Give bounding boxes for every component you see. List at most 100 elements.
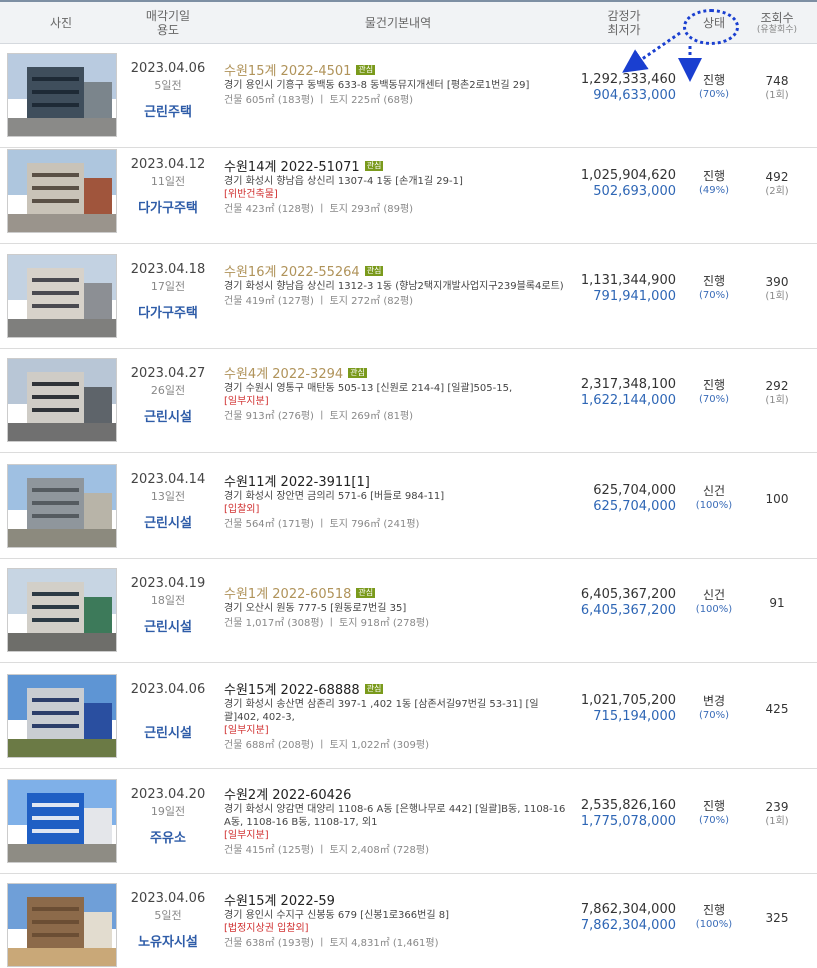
status-text: 변경 <box>702 694 726 708</box>
sale-date: 2023.04.19 <box>130 576 206 591</box>
header-appraisal-label[interactable]: 감정가 <box>607 9 640 23</box>
property-address: 경기 수원시 영통구 매탄동 505-13 [신원로 214-4] [일괄]50… <box>224 383 513 394</box>
status-cell: 신건 (100%) <box>681 483 747 513</box>
case-number[interactable]: 수원15계 2022-68888 <box>224 683 360 698</box>
minimum-price: 1,622,144,000 <box>580 393 676 408</box>
case-number-link[interactable]: 수원2계 2022-60426 <box>224 788 572 803</box>
interest-badge[interactable]: 관심 <box>364 684 384 694</box>
case-number-link[interactable]: 수원4계 2022-3294 관심 <box>224 367 572 382</box>
header-photo-label: 사진 <box>49 16 73 30</box>
warning-label: [일부지분] <box>224 396 269 407</box>
header-date-label[interactable]: 매각기일 <box>146 9 190 23</box>
fail-count: (1회) <box>765 291 789 302</box>
property-photo[interactable] <box>7 149 117 233</box>
case-number-link[interactable]: 수원1계 2022-60518 관심 <box>224 587 572 602</box>
price-cell: 1,292,333,460 904,633,000 <box>572 72 676 104</box>
area-summary: 건물 423㎡ (128평) ㅣ 토지 293㎡ (89평) <box>224 204 414 215</box>
property-photo[interactable] <box>7 779 117 863</box>
header-date-usage[interactable]: 매각기일 용도 <box>118 2 218 44</box>
property-photo[interactable] <box>7 464 117 548</box>
case-number[interactable]: 수원1계 2022-60518 <box>224 587 351 602</box>
price-cell: 1,021,705,200 715,194,000 <box>572 693 676 725</box>
appraisal-price: 6,405,367,200 <box>580 587 676 602</box>
usage-type: 다가구주택 <box>138 306 198 321</box>
property-photo[interactable] <box>7 358 117 442</box>
status-percent: (100%) <box>695 919 733 930</box>
interest-badge[interactable]: 관심 <box>356 588 376 598</box>
case-number[interactable]: 수원15계 2022-4501 <box>224 64 351 79</box>
table-row[interactable]: 2023.04.06 5일전 근린주택 수원15계 2022-4501 관심 경기… <box>0 44 817 148</box>
table-row[interactable]: 2023.04.06 5일전 노유자시설 수원15계 2022-59 경기 용인… <box>0 874 817 968</box>
header-views[interactable]: 조회수 (유찰회수) <box>747 2 807 44</box>
header-photo: 사진 <box>0 2 122 44</box>
case-number[interactable]: 수원2계 2022-60426 <box>224 788 351 803</box>
property-info: 수원2계 2022-60426 경기 화성시 양감면 대양리 1108-6 A동… <box>224 770 572 874</box>
appraisal-price: 2,317,348,100 <box>580 377 676 392</box>
views-cell: 100 <box>747 491 807 507</box>
minimum-price: 715,194,000 <box>593 709 676 724</box>
case-number-link[interactable]: 수원15계 2022-4501 관심 <box>224 64 572 79</box>
table-row[interactable]: 2023.04.18 17일전 다가구주택 수원16계 2022-55264 관심… <box>0 245 817 349</box>
annotation-oval <box>683 9 739 45</box>
property-photo[interactable] <box>7 568 117 652</box>
table-row[interactable]: 2023.04.19 18일전 근린시설 수원1계 2022-60518 관심 경… <box>0 559 817 663</box>
views-cell: 390 (1회) <box>747 274 807 304</box>
property-info: 수원15계 2022-4501 관심 경기 용인시 기흥구 동백동 633-8 동… <box>224 44 572 148</box>
case-number-link[interactable]: 수원15계 2022-59 <box>224 894 572 909</box>
table-row[interactable]: 2023.04.12 11일전 다가구주택 수원14계 2022-51071 관심… <box>0 140 817 244</box>
header-price[interactable]: 감정가 최저가 <box>572 2 676 44</box>
case-number-link[interactable]: 수원16계 2022-55264 관심 <box>224 265 572 280</box>
header-views-label[interactable]: 조회수 <box>760 11 793 25</box>
usage-type: 근린주택 <box>144 105 192 120</box>
minimum-price: 7,862,304,000 <box>580 918 676 933</box>
appraisal-price: 1,131,344,900 <box>580 273 676 288</box>
sale-date-cell: 2023.04.14 13일전 근린시설 <box>118 455 218 559</box>
sale-date-cell: 2023.04.27 26일전 근린시설 <box>118 349 218 453</box>
interest-badge[interactable]: 관심 <box>356 65 376 75</box>
property-photo[interactable] <box>7 254 117 338</box>
status-cell: 진행 (70%) <box>681 273 747 303</box>
header-minimum-label[interactable]: 최저가 <box>607 23 640 37</box>
interest-badge[interactable]: 관심 <box>348 368 367 378</box>
table-row[interactable]: 2023.04.14 13일전 근린시설 수원11계 2022-3911[1] … <box>0 455 817 559</box>
case-number[interactable]: 수원15계 2022-59 <box>224 894 335 909</box>
case-number[interactable]: 수원14계 2022-51071 <box>224 160 360 175</box>
usage-type: 다가구주택 <box>138 201 198 216</box>
case-number-link[interactable]: 수원15계 2022-68888 관심 <box>224 683 572 698</box>
case-number[interactable]: 수원4계 2022-3294 <box>224 367 343 382</box>
case-number-link[interactable]: 수원11계 2022-3911[1] <box>224 475 572 490</box>
status-cell: 진행 (49%) <box>681 168 747 198</box>
usage-type: 근린시설 <box>144 620 192 635</box>
table-row[interactable]: 2023.04.06 근린시설 수원15계 2022-68888 관심 경기 화성… <box>0 665 817 769</box>
interest-badge[interactable]: 관심 <box>364 161 384 171</box>
area-summary: 건물 605㎡ (183평) ㅣ 토지 225㎡ (68평) <box>224 95 414 106</box>
case-number[interactable]: 수원11계 2022-3911[1] <box>224 475 370 490</box>
header-usage-label[interactable]: 용도 <box>157 23 179 37</box>
sale-date: 2023.04.12 <box>130 157 206 172</box>
sale-date: 2023.04.20 <box>130 787 206 802</box>
property-address: 경기 용인시 기흥구 동백동 633-8 동백동뮤지개센터 [평촌2로1번길 2… <box>224 80 530 91</box>
header-fails-label[interactable]: (유찰회수) <box>757 25 797 36</box>
area-summary: 건물 688㎡ (208평) ㅣ 토지 1,022㎡ (309평) <box>224 740 429 751</box>
price-cell: 6,405,367,200 6,405,367,200 <box>572 587 676 619</box>
property-info: 수원1계 2022-60518 관심 경기 오산시 원동 777-5 [원동로7번… <box>224 559 572 663</box>
views-cell: 91 <box>747 595 807 611</box>
area-summary: 건물 638㎡ (193평) ㅣ 토지 4,831㎡ (1,461평) <box>224 938 439 949</box>
table-row[interactable]: 2023.04.27 26일전 근린시설 수원4계 2022-3294 관심 경기… <box>0 349 817 453</box>
status-cell: 진행 (70%) <box>681 798 747 828</box>
property-photo[interactable] <box>7 883 117 967</box>
property-photo[interactable] <box>7 674 117 758</box>
case-number[interactable]: 수원16계 2022-55264 <box>224 265 360 280</box>
area-summary: 건물 564㎡ (171평) ㅣ 토지 796㎡ (241평) <box>224 519 420 530</box>
property-address: 경기 화성시 송산면 삼존리 397-1 ,402 1동 [삼존서길97번길 5… <box>224 699 539 723</box>
table-row[interactable]: 2023.04.20 19일전 주유소 수원2계 2022-60426 경기 화… <box>0 770 817 874</box>
property-photo[interactable] <box>7 53 117 137</box>
status-text: 진행 <box>702 73 726 87</box>
interest-badge[interactable]: 관심 <box>364 266 384 276</box>
status-text: 신건 <box>702 588 726 602</box>
views-cell: 748 (1회) <box>747 73 807 103</box>
view-count: 239 <box>765 800 789 814</box>
appraisal-price: 2,535,826,160 <box>580 798 676 813</box>
views-cell: 425 <box>747 701 807 717</box>
case-number-link[interactable]: 수원14계 2022-51071 관심 <box>224 160 572 175</box>
